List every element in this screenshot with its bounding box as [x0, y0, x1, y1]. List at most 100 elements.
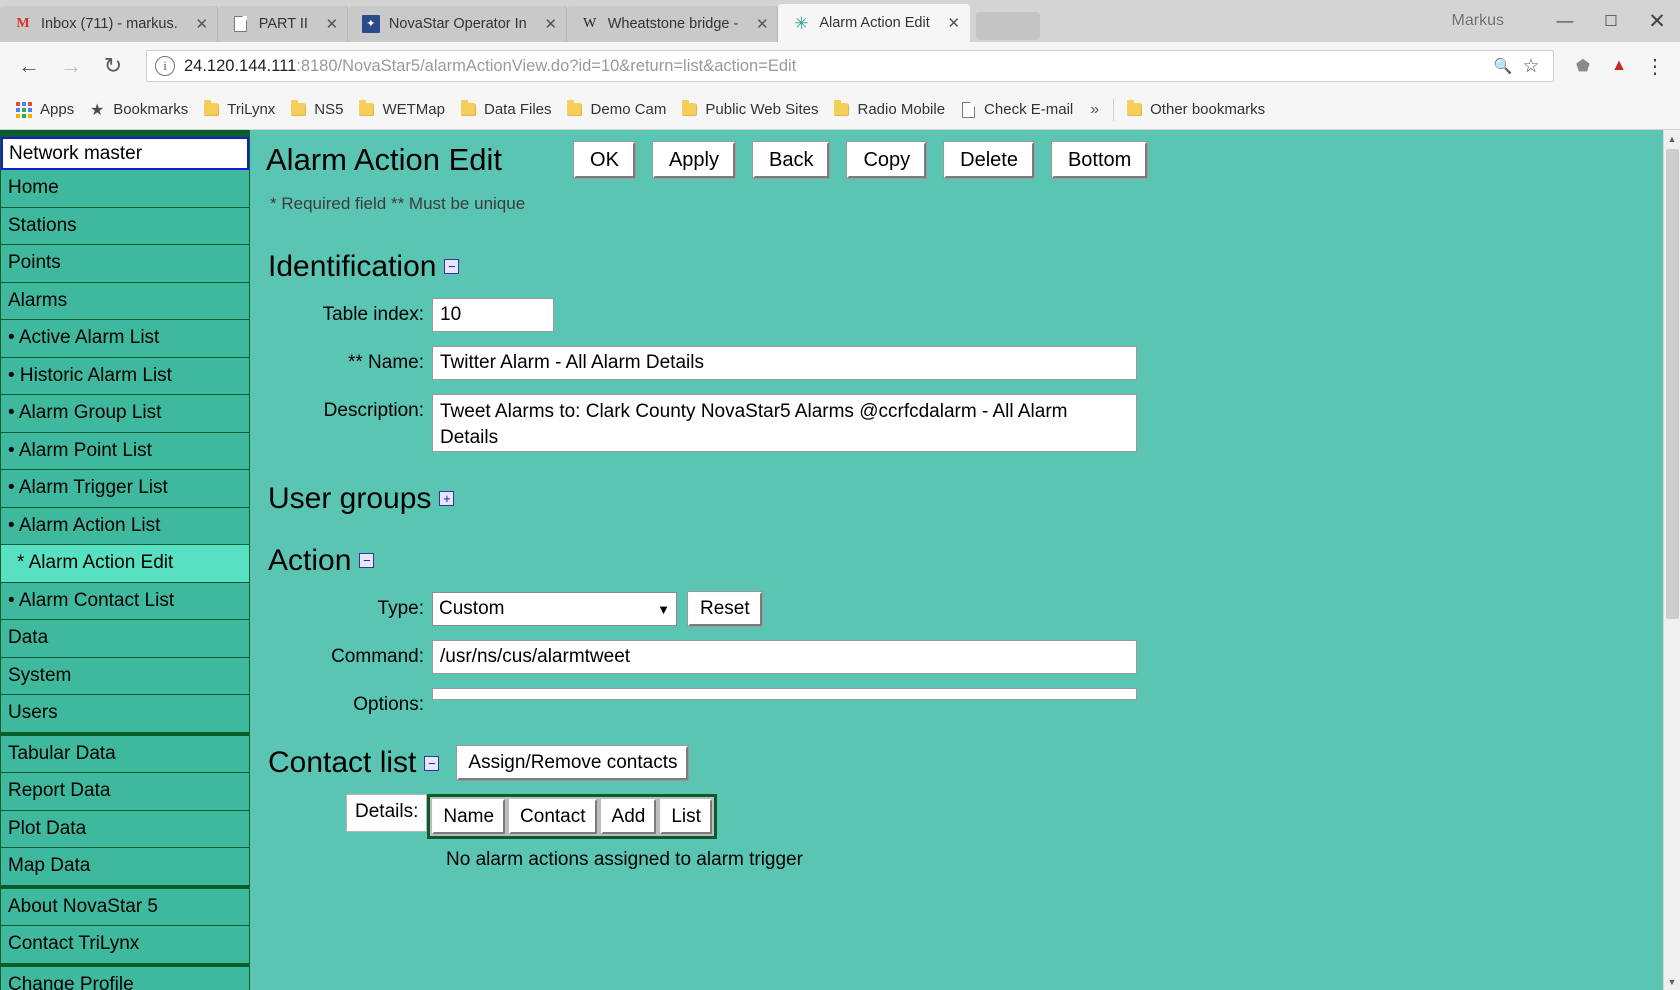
scrollbar-thumb[interactable] [1666, 149, 1679, 619]
tab-close-icon[interactable]: ✕ [322, 14, 342, 34]
description-textarea[interactable]: Tweet Alarms to: Clark County NovaStar5 … [432, 394, 1137, 452]
sidebar-item-alarm-point-list[interactable]: • Alarm Point List [1, 433, 249, 470]
bookmark-label: Apps [40, 101, 74, 118]
browser-tab-4-active[interactable]: ✳ Alarm Action Edit ✕ [778, 4, 969, 42]
bookmark-demo-cam[interactable]: Demo Cam [559, 96, 674, 124]
bookmark-public-web-sites[interactable]: Public Web Sites [673, 96, 825, 124]
page-icon [959, 101, 977, 119]
sidebar-item-system[interactable]: System [1, 658, 249, 695]
browser-tab-3[interactable]: W Wheatstone bridge - ✕ [567, 6, 779, 42]
bookmark-radio-mobile[interactable]: Radio Mobile [826, 96, 953, 124]
sidebar-item-alarm-contact-list[interactable]: • Alarm Contact List [1, 583, 249, 620]
delete-button[interactable]: Delete [944, 142, 1034, 178]
name-input[interactable]: Twitter Alarm - All Alarm Details [432, 346, 1137, 380]
shield-extension-icon[interactable]: ⬟ [1568, 51, 1598, 81]
bookmarks-overflow-icon[interactable]: » [1080, 101, 1109, 119]
forward-icon[interactable]: → [52, 47, 90, 85]
browser-tab-2[interactable]: ✦ NovaStar Operator In ✕ [348, 6, 567, 42]
bookmark-other-bookmarks[interactable]: Other bookmarks [1118, 96, 1272, 124]
column-header-add[interactable]: Add [601, 799, 657, 834]
sidebar-item-report-data[interactable]: Report Data [1, 773, 249, 810]
bottom-button[interactable]: Bottom [1052, 142, 1147, 178]
sidebar-item-users[interactable]: Users [1, 695, 249, 732]
bookmark-label: Bookmarks [113, 101, 188, 118]
browser-tab-0[interactable]: M Inbox (711) - markus. ✕ [0, 6, 218, 42]
bookmark-check-email[interactable]: Check E-mail [952, 96, 1080, 124]
sidebar-item-contact-trilynx[interactable]: Contact TriLynx [1, 926, 249, 963]
contact-list-collapse-toggle-icon[interactable]: − [424, 756, 439, 771]
sidebar-item-home[interactable]: Home [1, 170, 249, 207]
address-bar[interactable]: i 24.120.144.111:8180/NovaStar5/alarmAct… [146, 50, 1554, 82]
sidebar-item-plot-data[interactable]: Plot Data [1, 811, 249, 848]
page-content: Network master Home Stations Points Alar… [0, 130, 1680, 990]
action-collapse-toggle-icon[interactable]: − [359, 553, 374, 568]
new-tab-button[interactable] [976, 12, 1040, 40]
page-title: Alarm Action Edit [266, 142, 502, 178]
ok-button[interactable]: OK [574, 142, 635, 178]
sidebar-item-alarm-action-list[interactable]: • Alarm Action List [1, 508, 249, 545]
bookmark-star-icon[interactable]: ☆ [1517, 55, 1545, 78]
adobe-acrobat-icon[interactable]: ▲ [1604, 51, 1634, 81]
sidebar-item-points[interactable]: Points [1, 245, 249, 282]
contact-list-section-heading: Contact list − Assign/Remove contacts [268, 746, 1680, 780]
back-button[interactable]: Back [753, 142, 829, 178]
user-groups-expand-toggle-icon[interactable]: + [439, 491, 454, 506]
scroll-up-arrow-icon[interactable]: ▲ [1664, 130, 1680, 147]
sidebar-item-stations[interactable]: Stations [1, 208, 249, 245]
bookmark-trilynx[interactable]: TriLynx [195, 96, 282, 124]
sidebar-item-map-data[interactable]: Map Data [1, 848, 249, 885]
sidebar-item-active-alarm-list[interactable]: • Active Alarm List [1, 320, 249, 357]
tab-close-icon[interactable]: ✕ [752, 14, 772, 34]
assign-remove-contacts-button[interactable]: Assign/Remove contacts [457, 746, 688, 780]
identification-collapse-toggle-icon[interactable]: − [444, 259, 459, 274]
column-header-list[interactable]: List [660, 799, 712, 834]
folder-icon [1125, 101, 1143, 119]
tab-strip: M Inbox (711) - markus. ✕ PART II ✕ ✦ No… [0, 0, 1680, 42]
options-label: Options: [266, 688, 432, 716]
action-type-select[interactable]: Custom ▼ [432, 592, 677, 626]
column-header-contact[interactable]: Contact [509, 799, 596, 834]
copy-button[interactable]: Copy [847, 142, 926, 178]
network-selector-input[interactable]: Network master [1, 137, 249, 170]
minimize-button[interactable]: — [1542, 0, 1588, 42]
options-input[interactable] [432, 688, 1137, 700]
back-icon[interactable]: ← [10, 47, 48, 85]
sidebar-item-data[interactable]: Data [1, 620, 249, 657]
table-index-input[interactable]: 10 [432, 298, 554, 332]
sidebar-item-change-profile[interactable]: Change Profile [1, 967, 249, 990]
bookmark-apps[interactable]: Apps [8, 96, 81, 124]
tab-close-icon[interactable]: ✕ [541, 14, 561, 34]
sidebar-item-alarm-trigger-list[interactable]: • Alarm Trigger List [1, 470, 249, 507]
reset-button[interactable]: Reset [688, 592, 762, 626]
tab-close-icon[interactable]: ✕ [944, 13, 964, 33]
apply-button[interactable]: Apply [653, 142, 735, 178]
bookmark-data-files[interactable]: Data Files [452, 96, 559, 124]
command-input[interactable]: /usr/ns/cus/alarmtweet [432, 640, 1137, 674]
bookmark-bookmarks[interactable]: ★ Bookmarks [81, 96, 195, 124]
sidebar-item-alarms[interactable]: Alarms [1, 283, 249, 320]
bookmark-ns5[interactable]: NS5 [282, 96, 350, 124]
sidebar-item-about-novastar-5[interactable]: About NovaStar 5 [1, 889, 249, 926]
tab-close-icon[interactable]: ✕ [192, 14, 212, 34]
column-header-name[interactable]: Name [432, 799, 505, 834]
bookmarks-bar: Apps ★ Bookmarks TriLynx NS5 WETMap Data… [0, 90, 1680, 130]
sidebar-item-tabular-data[interactable]: Tabular Data [1, 736, 249, 773]
page-vertical-scrollbar[interactable]: ▲ ▼ [1663, 130, 1680, 990]
close-window-button[interactable]: ✕ [1634, 0, 1680, 42]
scroll-down-arrow-icon[interactable]: ▼ [1664, 973, 1680, 990]
bookmark-wetmap[interactable]: WETMap [350, 96, 452, 124]
bookmark-label: Public Web Sites [705, 101, 818, 118]
page-info-icon[interactable]: i [155, 56, 175, 76]
sidebar-item-historic-alarm-list[interactable]: • Historic Alarm List [1, 358, 249, 395]
sidebar-item-alarm-action-edit[interactable]: * Alarm Action Edit [1, 545, 249, 582]
maximize-button[interactable]: ☐ [1588, 0, 1634, 42]
folder-icon [357, 101, 375, 119]
chrome-menu-icon[interactable]: ⋮ [1640, 51, 1670, 81]
zoom-icon[interactable]: 🔍 [1489, 57, 1517, 75]
star-icon: ★ [88, 101, 106, 119]
browser-tab-1[interactable]: PART II ✕ [218, 6, 348, 42]
sidebar-item-alarm-group-list[interactable]: • Alarm Group List [1, 395, 249, 432]
reload-icon[interactable]: ↻ [94, 47, 132, 85]
profile-name-label[interactable]: Markus [1452, 12, 1504, 30]
name-row: ** Name: Twitter Alarm - All Alarm Detai… [266, 346, 1680, 380]
